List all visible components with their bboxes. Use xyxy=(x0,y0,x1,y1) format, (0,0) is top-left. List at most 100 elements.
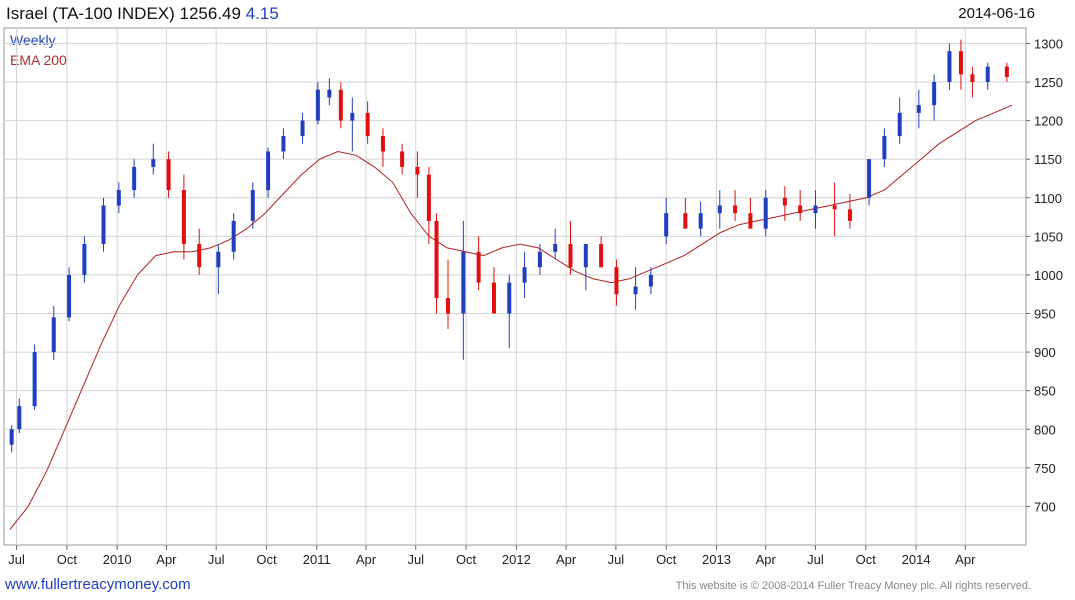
candle-body xyxy=(522,267,527,283)
x-tick-label: Oct xyxy=(656,552,677,567)
x-axis: Jul Oct 2010 Apr Jul Oct 2011 Apr Jul Oct 2012 Apr J… xyxy=(8,545,976,567)
candle-body xyxy=(400,151,405,167)
candle-body xyxy=(970,74,975,83)
x-tick-label: Apr xyxy=(156,552,177,567)
candle-body xyxy=(426,174,431,221)
y-tick-label: 750 xyxy=(1034,461,1056,476)
candle-body xyxy=(947,51,952,83)
x-tick-label: 2012 xyxy=(502,552,531,567)
candle-body xyxy=(51,317,56,353)
candle-body xyxy=(116,190,121,206)
candle-body xyxy=(985,66,990,83)
candle-body xyxy=(250,190,255,221)
candle-body xyxy=(300,120,305,137)
x-tick-label: Apr xyxy=(955,552,976,567)
candle-body xyxy=(717,205,722,214)
y-tick-label: 950 xyxy=(1034,307,1056,322)
candle-body xyxy=(197,244,202,268)
candle-body xyxy=(101,205,106,245)
y-tick-label: 1300 xyxy=(1034,36,1063,51)
y-tick-label: 1200 xyxy=(1034,114,1063,129)
y-tick-label: 1150 xyxy=(1034,152,1062,167)
x-tick-label: Jul xyxy=(8,552,25,567)
chart-grid xyxy=(3,27,1027,546)
x-tick-label: Jul xyxy=(807,552,824,567)
x-tick-label: Jul xyxy=(407,552,424,567)
candle-body xyxy=(782,197,787,206)
candle-body xyxy=(17,406,22,430)
candle-body xyxy=(151,159,156,167)
y-tick-label: 1250 xyxy=(1034,75,1063,90)
y-tick-label: 850 xyxy=(1034,384,1056,399)
x-tick-label: Apr xyxy=(356,552,377,567)
candle-body xyxy=(434,220,439,299)
x-tick-label: Oct xyxy=(456,552,477,567)
candle-body xyxy=(897,112,902,137)
y-tick-label: 700 xyxy=(1034,499,1056,514)
candle-body xyxy=(181,190,186,245)
ema-line xyxy=(9,104,1013,530)
candle-body xyxy=(553,244,558,252)
x-tick-label: 2014 xyxy=(902,552,931,567)
candle-body xyxy=(763,197,768,229)
candle-body xyxy=(733,205,738,214)
candle-body xyxy=(813,205,818,214)
candle-body xyxy=(916,105,921,113)
candle-body xyxy=(32,352,37,407)
candle-body xyxy=(568,244,573,268)
candle-body xyxy=(216,251,221,268)
x-tick-label: Oct xyxy=(256,552,277,567)
candle-body xyxy=(664,213,669,237)
x-tick-label: Oct xyxy=(57,552,78,567)
candle-body xyxy=(82,244,87,275)
candle-body xyxy=(166,159,171,191)
candle-body xyxy=(476,251,481,283)
candle-body xyxy=(266,151,271,191)
y-tick-label: 1100 xyxy=(1034,191,1062,206)
x-tick-label: Jul xyxy=(608,552,625,567)
candle-body xyxy=(327,89,332,98)
candle-body xyxy=(748,213,753,229)
candle-body xyxy=(932,82,937,106)
candle-body xyxy=(614,267,619,295)
candle-body xyxy=(380,136,385,152)
candle-body xyxy=(315,89,320,121)
candle-body xyxy=(491,282,496,314)
ema-line-group xyxy=(9,104,1013,530)
candle-body xyxy=(648,274,653,287)
x-tick-label: 2011 xyxy=(303,552,331,567)
candle-body xyxy=(867,159,872,198)
candle-body xyxy=(537,251,542,268)
candle-body xyxy=(461,251,466,314)
y-tick-label: 900 xyxy=(1034,345,1056,360)
candle-body xyxy=(882,136,887,160)
candle-body xyxy=(698,213,703,229)
candle-body xyxy=(365,112,370,137)
candle-body xyxy=(633,286,638,295)
price-chart: 700 750 800 850 900 950 1000 1050 1100 1150 1200 12… xyxy=(3,27,1063,567)
x-tick-label: Jul xyxy=(208,552,225,567)
candle-body xyxy=(507,282,512,314)
y-axis: 700 750 800 850 900 950 1000 1050 1100 1150 1200 12… xyxy=(1026,36,1063,514)
candle-body xyxy=(583,244,588,268)
y-tick-label: 1050 xyxy=(1034,229,1063,244)
candle-body xyxy=(958,51,963,75)
x-tick-label: 2013 xyxy=(702,552,731,567)
candle-body xyxy=(847,209,852,221)
candle-body xyxy=(798,205,803,214)
x-tick-label: Apr xyxy=(756,552,777,567)
x-tick-label: 2010 xyxy=(103,552,132,567)
candle-body xyxy=(281,136,286,152)
y-tick-label: 1000 xyxy=(1034,268,1063,283)
x-tick-label: Apr xyxy=(556,552,577,567)
candle-body xyxy=(832,205,837,210)
candle-body xyxy=(599,244,604,268)
candle-body xyxy=(446,298,451,314)
candle-body xyxy=(9,429,14,445)
candle-body xyxy=(415,166,420,175)
candle-body xyxy=(1004,66,1009,78)
y-tick-label: 800 xyxy=(1034,422,1056,437)
candle-body xyxy=(338,89,343,121)
candle-body xyxy=(67,274,72,318)
candle-body xyxy=(350,112,355,121)
